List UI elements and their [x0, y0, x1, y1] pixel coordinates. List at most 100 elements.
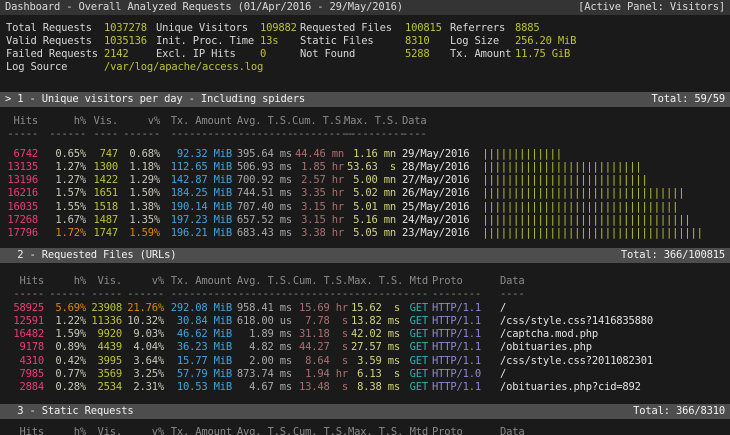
- date-label: 24/May/2016: [402, 214, 469, 226]
- cell-tx: 57.79 MiB: [164, 368, 232, 381]
- col-dash-tx: ----------: [164, 288, 232, 301]
- cell-hits: 17796: [0, 227, 38, 240]
- summary-label: Valid Requests: [6, 35, 92, 48]
- visitors-table-rows: 67420.65%7470.68%92.32 MiB395.64 ms44.46…: [0, 148, 730, 240]
- summary-value: 256.20 MiB: [515, 35, 576, 48]
- cell-cum: 1.94 hr: [292, 368, 348, 381]
- cell-avg: 506.93 ms: [232, 161, 292, 174]
- request-path: /captcha.mod.php: [500, 328, 598, 340]
- col-header-data: Data: [494, 426, 730, 435]
- panel-header-unique-visitors[interactable]: > 1 - Unique visitors per day - Includin…: [0, 92, 730, 107]
- cell-tx: 46.62 MiB: [164, 328, 232, 341]
- cell-vpct: 9.03%: [122, 328, 164, 341]
- cell-vis: 747: [86, 148, 118, 161]
- table-row[interactable]: 172681.67%14871.35%197.23 MiB657.52 ms3.…: [0, 214, 730, 227]
- col-header-avg: Avg. T.S.: [232, 275, 292, 288]
- cell-tx: 190.14 MiB: [160, 201, 232, 214]
- table-row[interactable]: 177961.72%17471.59%196.21 MiB683.43 ms3.…: [0, 227, 730, 240]
- cell-vpct: 10.32%: [122, 315, 164, 328]
- table-row[interactable]: 79850.77%35693.25%57.79 MiB873.74 ms1.94…: [0, 368, 730, 381]
- col-dash-hpct: ------: [38, 128, 86, 141]
- cell-hits: 7985: [0, 368, 44, 381]
- cell-tx: 184.25 MiB: [160, 187, 232, 200]
- cell-mtd: GET: [400, 341, 428, 354]
- cell-mtd: GET: [400, 381, 428, 394]
- table-row[interactable]: 43100.42%39953.64%15.77 MiB2.00 ms8.64 s…: [0, 355, 730, 368]
- table-row[interactable]: 164821.59%99209.03%46.62 MiB1.89 ms31.18…: [0, 328, 730, 341]
- panel-header-static-requests[interactable]: 3 - Static Requests Total: 366/8310: [0, 404, 730, 419]
- cell-hpct: 0.28%: [44, 381, 86, 394]
- cell-mtd: GET: [400, 328, 428, 341]
- date-label: 28/May/2016: [402, 161, 469, 173]
- cell-max: 27.57 ms: [348, 341, 400, 354]
- col-header-tx: Tx. Amount: [164, 426, 232, 435]
- summary-value: 5288: [405, 48, 430, 61]
- cell-hpct: 1.27%: [38, 174, 86, 187]
- col-header-cum: Cum. T.S.: [292, 115, 344, 128]
- cell-max: 6.13 s: [348, 368, 400, 381]
- table-row[interactable]: 131961.27%14221.29%142.87 MiB700.92 ms2.…: [0, 174, 730, 187]
- cell-tx: 197.23 MiB: [160, 214, 232, 227]
- col-header-vpct: v%: [122, 275, 164, 288]
- cell-data: /: [494, 368, 730, 381]
- cell-hpct: 0.89%: [44, 341, 86, 354]
- col-header-max: Max. T.S.: [348, 275, 400, 288]
- summary-value: 11.75 GiB: [515, 48, 570, 61]
- table-row[interactable]: 160351.55%15181.38%190.14 MiB707.40 ms3.…: [0, 201, 730, 214]
- cell-vis: 3569: [86, 368, 122, 381]
- summary-value: 0: [260, 48, 266, 61]
- col-dash-mtd: ---: [400, 288, 428, 301]
- cell-hpct: 1.57%: [38, 187, 86, 200]
- cell-avg: 395.64 ms: [232, 148, 292, 161]
- cell-avg: 707.40 ms: [232, 201, 292, 214]
- hits-bar: ||||||||||||||||||||||||||||||||||||: [482, 227, 702, 239]
- cell-avg: 873.74 ms: [232, 368, 292, 381]
- cell-cum: 44.46 mn: [292, 148, 344, 161]
- cell-vpct: 4.04%: [122, 341, 164, 354]
- table-row[interactable]: 162161.57%16511.50%184.25 MiB744.51 ms3.…: [0, 187, 730, 200]
- table-dash-row: ----------------------------------------…: [0, 128, 730, 141]
- cell-avg: 618.00 us: [232, 315, 292, 328]
- panel-title: > 1 - Unique visitors per day - Includin…: [5, 92, 305, 107]
- summary-label: Init. Proc. Time: [156, 35, 254, 48]
- cell-proto: HTTP/1.1: [428, 381, 494, 394]
- cell-vpct: 1.38%: [118, 201, 160, 214]
- summary-value: 109882: [260, 22, 297, 35]
- cell-vis: 9920: [86, 328, 122, 341]
- summary-row: Log Source/var/log/apache/access.log: [0, 61, 730, 74]
- cell-vpct: 3.64%: [122, 355, 164, 368]
- cell-max: 15.62 s: [348, 302, 400, 315]
- cell-data: 24/May/2016|||||||||||||||||||||||||||||…: [396, 214, 730, 227]
- cell-vis: 1518: [86, 201, 118, 214]
- col-dash-tx: ----------: [160, 128, 232, 141]
- table-row[interactable]: 131351.27%13001.18%112.65 MiB506.93 ms1.…: [0, 161, 730, 174]
- col-header-avg: Avg. T.S.: [232, 115, 292, 128]
- col-dash-hits: -----: [0, 128, 38, 141]
- panel-header-requested-files[interactable]: 2 - Requested Files (URLs) Total: 366/10…: [0, 248, 730, 263]
- date-label: 23/May/2016: [402, 227, 469, 239]
- summary-label: Static Files: [300, 35, 373, 48]
- col-dash-hits: -----: [0, 288, 44, 301]
- table-row[interactable]: 125911.22%1133610.32%30.84 MiB618.00 us7…: [0, 315, 730, 328]
- cell-hpct: 1.72%: [38, 227, 86, 240]
- cell-data: 27/May/2016|||||||||||||||||||||||||||: [396, 174, 730, 187]
- col-dash-vis: -----: [86, 288, 122, 301]
- cell-cum: 3.15 hr: [292, 214, 344, 227]
- cell-hits: 16035: [0, 201, 38, 214]
- table-row[interactable]: 67420.65%7470.68%92.32 MiB395.64 ms44.46…: [0, 148, 730, 161]
- summary-label: Log Source: [6, 61, 67, 74]
- table-row[interactable]: 589255.69%2390821.76%292.08 MiB958.41 ms…: [0, 302, 730, 315]
- hits-bar: |||||||||||||||||||||||||||||||||: [482, 187, 684, 199]
- table-row[interactable]: 91780.89%44394.04%36.23 MiB4.82 ms44.27 …: [0, 341, 730, 354]
- cell-avg: 958.41 ms: [232, 302, 292, 315]
- col-header-mtd: Mtd: [400, 426, 428, 435]
- col-header-vpct: v%: [118, 115, 160, 128]
- cell-cum: 31.18 s: [292, 328, 348, 341]
- cell-data: 25/May/2016|||||||||||||||||||||||||||||…: [396, 201, 730, 214]
- cell-avg: 4.82 ms: [232, 341, 292, 354]
- cell-proto: HTTP/1.1: [428, 302, 494, 315]
- cell-hpct: 0.77%: [44, 368, 86, 381]
- col-dash-data: ----: [396, 128, 730, 141]
- table-row[interactable]: 28840.28%25342.31%10.53 MiB4.67 ms13.48 …: [0, 381, 730, 394]
- table-header-row: Hitsh%Vis.v%Tx. AmountAvg. T.S.Cum. T.S.…: [0, 426, 730, 435]
